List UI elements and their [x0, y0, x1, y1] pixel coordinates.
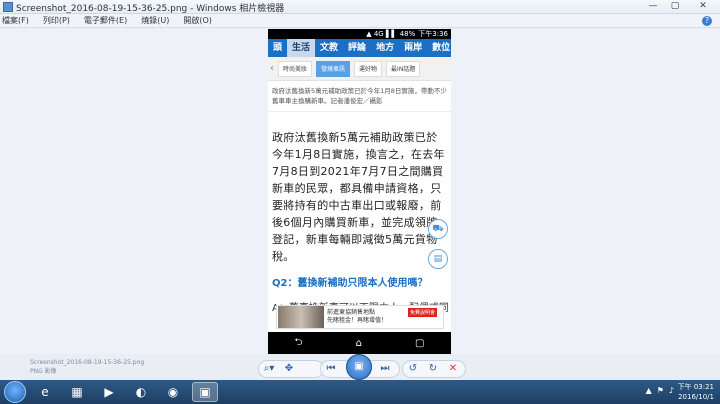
phone-status-bar: ▲ 4G ▌▌ 48% 下午3:36 [268, 29, 451, 39]
phone-clock: 下午3:36 [418, 30, 448, 38]
rotate-group: ↺ ↻ ✕ [402, 360, 466, 378]
photo-viewer-task[interactable]: ▣ [192, 382, 218, 402]
back-icon[interactable]: ⮌ [295, 335, 303, 352]
next-icon[interactable]: ⏭ [375, 361, 395, 377]
menu-print[interactable]: 列印(P) [43, 15, 70, 26]
clock-time: 下午 03:21 [677, 383, 714, 391]
article-question: Q2：舊換新補助只限本人使用嗎？ [272, 278, 428, 289]
subtab[interactable]: 運好物 [354, 60, 383, 77]
ad-image [278, 306, 324, 328]
chrome-icon[interactable]: ◉ [160, 382, 186, 402]
nav-tab[interactable]: 數位 [427, 39, 451, 57]
recents-icon[interactable]: ▢ [415, 338, 424, 349]
window-title: Screenshot_2016-08-19-15-36-25.png - Win… [16, 4, 285, 14]
subtab-active[interactable]: 發燒車訊 [316, 60, 351, 77]
window-controls: — ▢ ✕ [642, 0, 720, 14]
sub-category-tabs: ‹ 時尚美妝 發燒車訊 運好物 最IN話題 [268, 57, 451, 81]
menu-bar: 檔案(F) 列印(P) 電子郵件(E) 燒錄(U) 開啟(O) ? [0, 14, 720, 28]
rotate-left-icon[interactable]: ↺ [403, 361, 423, 377]
menu-email[interactable]: 電子郵件(E) [84, 15, 127, 26]
media-player-icon[interactable]: ▶ [96, 382, 122, 402]
nav-tab-active[interactable]: 生活 [287, 39, 316, 57]
subtab[interactable]: 時尚美妝 [278, 60, 313, 77]
clock[interactable]: 下午 03:21 2016/10/1 [678, 382, 714, 402]
home-icon[interactable]: ⌂ [356, 338, 362, 349]
fit-window-icon[interactable]: ✥ [279, 361, 299, 377]
viewer-toolbar: ⌕▾ ✥ ⏮ ⏭ ▣ ↺ ↻ ✕ [0, 354, 720, 380]
nav-tab[interactable]: 文教 [315, 39, 343, 57]
previous-icon[interactable]: ⏮ [321, 361, 341, 377]
tray-icons: ▲ ⚑ ♪ [646, 386, 674, 395]
orange-app-icon[interactable]: ◐ [128, 382, 154, 402]
minimize-button[interactable]: — [642, 0, 664, 13]
subtab[interactable]: 最IN話題 [386, 60, 421, 77]
android-nav-bar: ⮌ ⌂ ▢ [268, 332, 451, 354]
share-car-icon[interactable]: ⛟ [428, 219, 448, 239]
maximize-button[interactable]: ▢ [664, 0, 686, 13]
photo-caption: 政府汰舊換新5萬元補助政策已於今年1月8日實施，帶動不少舊車車主換購新車。記者潘… [268, 81, 451, 112]
image-canvas[interactable]: ▲ 4G ▌▌ 48% 下午3:36 頭 生活 文教 評論 地方 兩岸 數位 ‹… [0, 29, 720, 354]
ie-icon[interactable]: e [32, 382, 58, 402]
file-explorer-icon[interactable]: ▦ [64, 382, 90, 402]
zoom-icon[interactable]: ⌕▾ [259, 361, 279, 377]
ad-badge: 免費說明會 [407, 308, 437, 317]
window-titlebar: Screenshot_2016-08-19-15-36-25.png - Win… [0, 0, 720, 14]
nav-tab[interactable]: 兩岸 [399, 39, 427, 57]
volume-icon[interactable]: ♪ [669, 386, 674, 395]
zoom-group: ⌕▾ ✥ [258, 360, 324, 378]
nav-tab[interactable]: 地方 [371, 39, 399, 57]
document-icon[interactable]: ▤ [428, 249, 448, 269]
news-category-tabs: 頭 生活 文教 評論 地方 兩岸 數位 [268, 39, 451, 57]
chevron-left-icon[interactable]: ‹ [270, 63, 274, 74]
menu-file[interactable]: 檔案(F) [2, 15, 29, 26]
phone-screenshot: ▲ 4G ▌▌ 48% 下午3:36 頭 生活 文教 評論 地方 兩岸 數位 ‹… [268, 29, 451, 354]
taskbar: e ▦ ▶ ◐ ◉ ▣ ▲ ⚑ ♪ 下午 03:21 2016/10/1 [0, 380, 720, 404]
menu-open[interactable]: 開啟(O) [183, 15, 212, 26]
nav-tab[interactable]: 頭 [268, 39, 287, 57]
article-body: 政府汰舊換新5萬元補助政策已於今年1月8日實施，換言之，在去年7月8日到2021… [272, 131, 445, 263]
close-button[interactable]: ✕ [686, 0, 720, 13]
action-center-icon[interactable]: ⚑ [657, 386, 664, 395]
nav-tab[interactable]: 評論 [343, 39, 371, 57]
menu-burn[interactable]: 燒錄(U) [141, 15, 169, 26]
ad-banner[interactable]: 前進東協銷售地點 先睹租金！再睹增值！ 免費說明會 [276, 305, 444, 329]
signal-icon: ▲ 4G ▌▌ [366, 30, 397, 38]
start-button[interactable] [4, 381, 26, 403]
slideshow-button[interactable]: ▣ [346, 354, 372, 380]
clock-date: 2016/10/1 [678, 393, 714, 401]
battery-level: 48% [399, 30, 416, 38]
rotate-right-icon[interactable]: ↻ [423, 361, 443, 377]
delete-icon[interactable]: ✕ [443, 361, 463, 377]
show-hidden-icon[interactable]: ▲ [646, 386, 652, 395]
help-icon[interactable]: ? [702, 16, 712, 26]
ad-line-2: 先睹租金！再睹增值！ [327, 317, 388, 324]
photo-viewer-icon [3, 2, 13, 12]
